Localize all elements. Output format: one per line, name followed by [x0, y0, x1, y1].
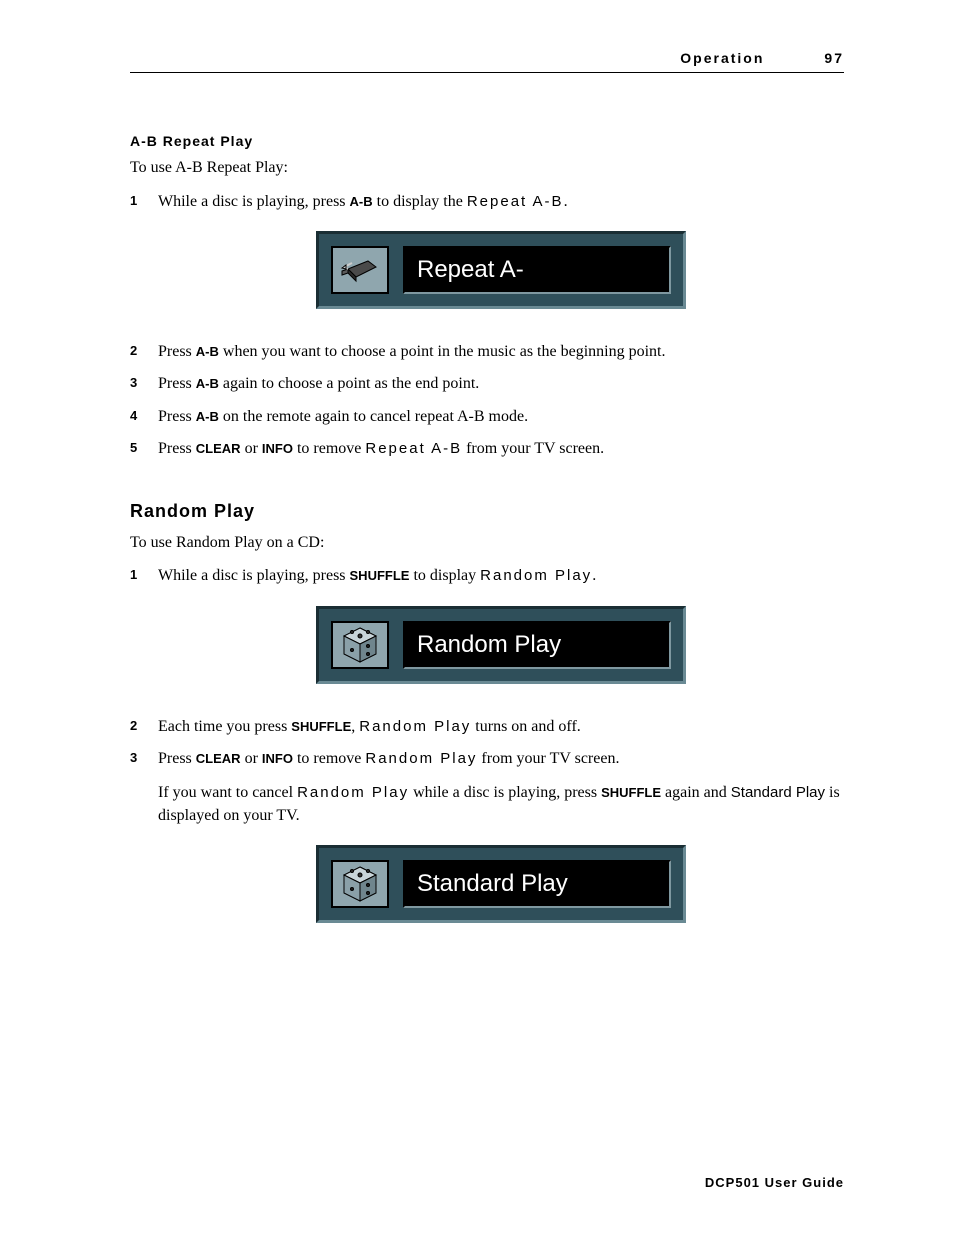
osd-repeat-a: Repeat A- [316, 231, 686, 309]
dice-icon [331, 860, 389, 908]
osd-text: Standard Play [417, 867, 568, 901]
ab-repeat-steps: While a disc is playing, press A-B to di… [130, 191, 844, 461]
page-header: Operation 97 [130, 50, 844, 73]
button-shuffle: SHUFFLE [350, 568, 410, 583]
button-info: INFO [262, 441, 293, 456]
random-play-heading: Random Play [130, 501, 844, 522]
button-clear: CLEAR [196, 751, 241, 766]
step-text: Each time you press SHUFFLE, Random Play… [158, 716, 844, 738]
step-text: While a disc is playing, press SHUFFLE t… [158, 565, 844, 705]
step-text: Press CLEAR or INFO to remove Random Pla… [158, 748, 844, 945]
osd-standard-play: Standard Play [316, 845, 686, 923]
button-shuffle: SHUFFLE [601, 785, 661, 800]
step-text: While a disc is playing, press A-B to di… [158, 191, 844, 331]
ab-repeat-intro: To use A-B Repeat Play: [130, 157, 844, 179]
button-ab: A-B [196, 376, 219, 391]
footer-guide-label: DCP501 User Guide [705, 1175, 844, 1190]
osd-text: Random Play [417, 628, 561, 662]
dice-icon [331, 621, 389, 669]
step-text: Press CLEAR or INFO to remove Repeat A-B… [158, 438, 844, 460]
button-ab: A-B [196, 409, 219, 424]
step-text: Press A-B on the remote again to cancel … [158, 406, 844, 428]
osd-text: Repeat A- [417, 253, 524, 287]
random-play-intro: To use Random Play on a CD: [130, 532, 844, 554]
step-text: Press A-B again to choose a point as the… [158, 373, 844, 395]
osd-random-play: Random Play [316, 606, 686, 684]
ab-repeat-heading: A-B Repeat Play [130, 133, 844, 149]
page-number: 97 [824, 50, 844, 66]
button-clear: CLEAR [196, 441, 241, 456]
button-info: INFO [262, 751, 293, 766]
button-shuffle: SHUFFLE [291, 719, 351, 734]
button-ab: A-B [196, 344, 219, 359]
button-ab: A-B [350, 194, 373, 209]
repeat-icon [331, 246, 389, 294]
random-play-steps: While a disc is playing, press SHUFFLE t… [130, 565, 844, 945]
chapter-label: Operation [680, 50, 764, 66]
step-text: Press A-B when you want to choose a poin… [158, 341, 844, 363]
